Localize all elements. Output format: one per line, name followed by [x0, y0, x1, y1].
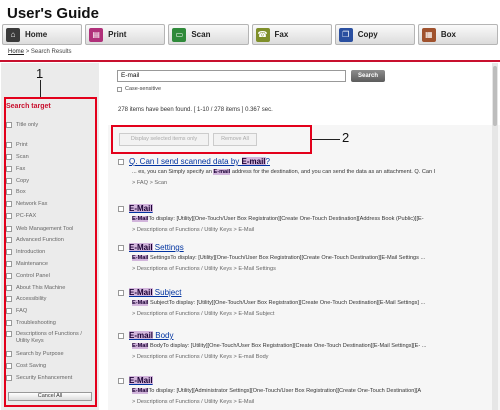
result-title-row: E-Mail	[118, 376, 498, 385]
nav-scan-button[interactable]: ▭ Scan	[168, 24, 249, 45]
snippet-text: SubjectTo display: [Utility][One-Touch/U…	[148, 300, 426, 306]
result-title-text: ?	[265, 157, 270, 166]
result-snippet: E-MailTo display: [Utility][Administrato…	[132, 388, 496, 395]
copy-icon: ❐	[338, 27, 353, 42]
case-sensitive-checkbox[interactable]	[117, 86, 122, 92]
result-snippet: E-Mail SettingsTo display: [Utility][One…	[132, 255, 496, 262]
scrollbar-thumb[interactable]	[493, 66, 497, 126]
snippet-text: address for the destination, and you can…	[230, 169, 436, 175]
search-term-highlight: E-Mail	[132, 216, 149, 222]
result-snippet: E-Mail BodyTo display: [Utility][One-Tou…	[132, 343, 496, 350]
result-title-row: Q. Can I send scanned data by E-mail?	[118, 157, 498, 166]
print-icon: ▤	[89, 27, 104, 42]
result-path: > Descriptions of Functions / Utility Ke…	[132, 354, 269, 360]
nav-label: Box	[440, 30, 456, 39]
nav-box-button[interactable]: ▦ Box	[417, 24, 499, 45]
nav-label: Copy	[357, 30, 378, 39]
search-term-highlight: E-mail	[213, 169, 231, 175]
breadcrumb: Home > Search Results	[8, 49, 72, 55]
case-sensitive-option[interactable]: Case-sensitive	[117, 86, 161, 92]
result-title-text: Settings	[152, 243, 184, 252]
snippet-text: ... es, you can Simply specify an	[132, 169, 214, 175]
search-term-highlight: E-Mail	[132, 300, 149, 306]
result-checkbox[interactable]	[118, 244, 124, 251]
breadcrumb-home-link[interactable]: Home	[8, 49, 24, 55]
search-button[interactable]: Search	[351, 70, 385, 82]
page-title: User's Guide	[7, 5, 99, 22]
breadcrumb-separator: >	[25, 49, 30, 55]
result-checkbox[interactable]	[118, 158, 124, 165]
result-checkbox[interactable]	[118, 289, 124, 296]
result-title-row: E-Mail	[118, 204, 498, 213]
header-divider	[0, 60, 500, 62]
callout-frame-2	[111, 125, 312, 154]
result-count: 278 items have been found. [ 1-10 / 278 …	[118, 107, 273, 113]
nav-label: Scan	[191, 30, 211, 39]
snippet-text: SettingsTo display: [Utility][One-Touch/…	[148, 255, 426, 261]
snippet-text: To display: [Utility][One-Touch/User Box…	[148, 216, 424, 222]
breadcrumb-current: Search Results	[30, 49, 72, 55]
result-title-text: Subject	[152, 288, 182, 297]
result-title-text: Q. Can I send scanned data by	[129, 157, 242, 166]
result-checkbox[interactable]	[118, 377, 124, 384]
snippet-text: BodyTo display: [Utility][One-Touch/User…	[148, 343, 427, 349]
search-term-highlight: E-Mail	[132, 255, 149, 261]
nav-label: Home	[25, 30, 48, 39]
result-snippet: E-Mail SubjectTo display: [Utility][One-…	[132, 300, 496, 307]
result-title-link[interactable]: E-Mail	[129, 376, 153, 385]
callout-leader-1	[40, 80, 41, 97]
search-term-highlight: E-Mail	[129, 376, 153, 385]
search-term-highlight: E-Mail	[129, 204, 153, 213]
nav-label: Print	[108, 30, 127, 39]
result-item: E-mail Body E-Mail BodyTo display: [Utili…	[118, 331, 498, 361]
result-item: E-Mail E-MailTo display: [Utility][Admini…	[118, 376, 498, 406]
result-title-row: E-Mail Settings	[118, 243, 498, 252]
result-item: E-Mail Subject E-Mail SubjectTo display: …	[118, 288, 498, 318]
result-snippet: ... es, you can Simply specify an E-mail…	[132, 169, 496, 176]
result-path: > Descriptions of Functions / Utility Ke…	[132, 227, 255, 233]
result-path: > Descriptions of Functions / Utility Ke…	[132, 311, 275, 317]
nav-print-button[interactable]: ▤ Print	[85, 24, 166, 45]
result-title-row: E-mail Body	[118, 331, 498, 340]
result-title-link[interactable]: Q. Can I send scanned data by E-mail?	[129, 157, 270, 166]
home-icon: ⌂	[6, 27, 20, 42]
result-snippet: E-MailTo display: [Utility][One-Touch/Us…	[132, 216, 496, 223]
result-title-link[interactable]: E-Mail Settings	[129, 243, 184, 252]
callout-leader-2	[312, 139, 340, 140]
result-path: > Descriptions of Functions / Utility Ke…	[132, 266, 276, 272]
result-title-link[interactable]: E-Mail	[129, 204, 153, 213]
box-icon: ▦	[421, 27, 436, 42]
result-item: Q. Can I send scanned data by E-mail?...…	[118, 157, 498, 187]
search-term-highlight: E-Mail	[129, 243, 153, 252]
search-term-highlight: E-mail	[129, 331, 154, 340]
callout-number-2: 2	[342, 130, 350, 145]
snippet-text: To display: [Utility][Administrator Sett…	[148, 388, 422, 394]
result-title-row: E-Mail Subject	[118, 288, 498, 297]
nav-copy-button[interactable]: ❐ Copy	[334, 24, 415, 45]
nav-fax-button[interactable]: ☎ Fax	[251, 24, 332, 45]
search-term-highlight: E-mail	[241, 157, 266, 166]
result-item: E-Mail E-MailTo display: [Utility][One-To…	[118, 204, 498, 234]
result-path: > FAQ > Scan	[132, 180, 168, 186]
search-term-highlight: E-Mail	[132, 343, 149, 349]
result-title-text: Body	[153, 331, 174, 340]
result-item: E-Mail Settings E-Mail SettingsTo display…	[118, 243, 498, 273]
search-term-highlight: E-Mail	[132, 388, 149, 394]
nav-label: Fax	[274, 30, 289, 39]
result-title-link[interactable]: E-mail Body	[129, 331, 173, 340]
result-checkbox[interactable]	[118, 332, 124, 339]
result-checkbox[interactable]	[118, 205, 124, 212]
callout-number-1: 1	[36, 66, 44, 81]
nav-home-button[interactable]: ⌂ Home	[2, 24, 83, 45]
search-input[interactable]: E-mail	[117, 70, 346, 82]
callout-frame-1	[4, 97, 97, 407]
top-nav: ⌂ Home ▤ Print ▭ Scan ☎ Fax ❐ Copy ▦ Box	[2, 24, 499, 45]
result-path: > Descriptions of Functions / Utility Ke…	[132, 399, 255, 405]
case-sensitive-label: Case-sensitive	[125, 86, 162, 92]
scan-icon: ▭	[172, 27, 187, 42]
result-title-link[interactable]: E-Mail Subject	[129, 288, 181, 297]
search-term-highlight: E-Mail	[129, 288, 153, 297]
fax-icon: ☎	[255, 27, 270, 42]
